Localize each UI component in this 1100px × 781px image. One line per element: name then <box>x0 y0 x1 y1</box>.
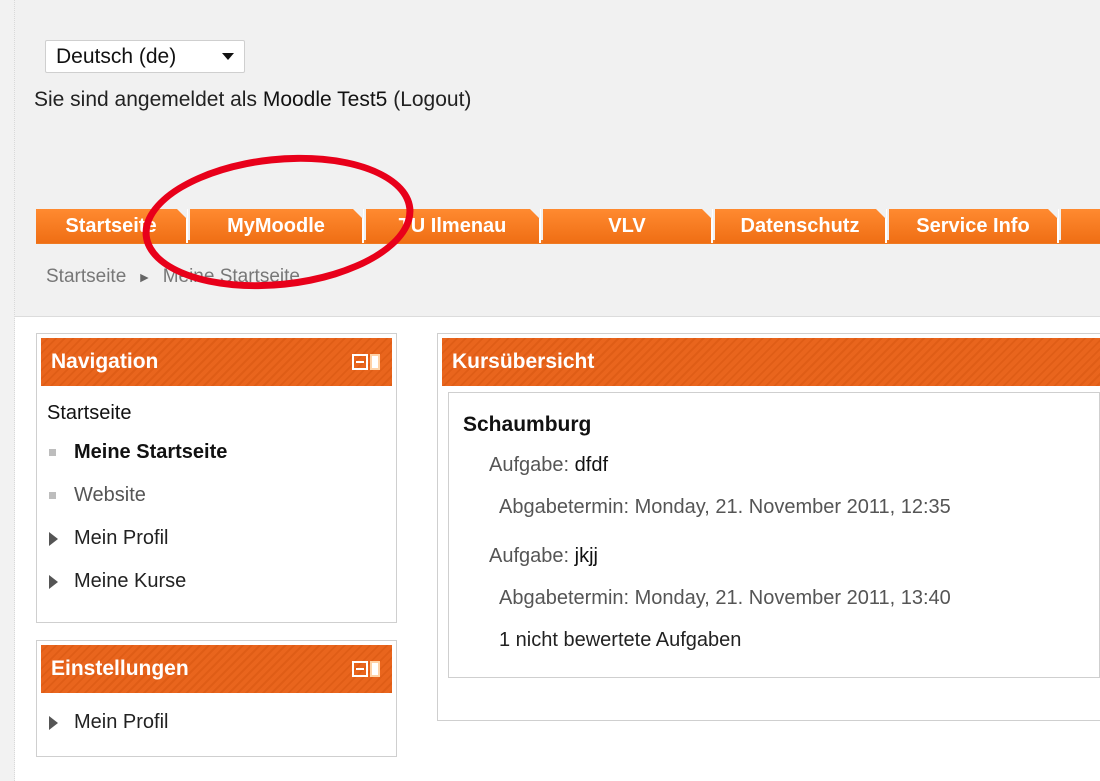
user-name-link[interactable]: Moodle Test5 <box>263 88 388 111</box>
tab-service-info[interactable]: Service Info <box>889 209 1059 243</box>
nav-item-label: Meine Startseite <box>74 441 228 463</box>
navigation-block-header: Navigation <box>41 338 392 386</box>
assignment-link[interactable]: dfdf <box>575 454 608 476</box>
assignment-due: Abgabetermin: Monday, 21. November 2011,… <box>499 587 951 610</box>
nav-item-mein-profil[interactable]: Mein Profil <box>49 517 396 560</box>
logout-link[interactable]: (Logout) <box>393 88 471 111</box>
settings-block-title: Einstellungen <box>51 657 189 680</box>
language-select[interactable]: Deutsch (de) <box>45 40 245 73</box>
assignment-type-label: Aufgabe: <box>489 454 570 476</box>
nav-item-label: Website <box>74 484 146 506</box>
login-info: Sie sind angemeldet als Moodle Test5 (Lo… <box>34 88 471 112</box>
nav-item-label: Mein Profil <box>74 527 169 549</box>
bullet-icon <box>49 492 56 499</box>
due-label: Abgabetermin: <box>499 587 630 609</box>
tab-label: Datenschutz <box>740 214 860 237</box>
settings-block-header: Einstellungen <box>41 645 392 693</box>
assignment-due: Abgabetermin: Monday, 21. November 2011,… <box>499 496 951 519</box>
due-value: Monday, 21. November 2011, 12:35 <box>634 496 951 518</box>
navigation-block: Navigation Startseite Meine Startseite W… <box>36 333 397 623</box>
tab-vlv[interactable]: VLV <box>543 209 713 243</box>
page-left-border <box>0 0 15 781</box>
nav-item-website[interactable]: Website <box>49 474 396 517</box>
assignment-link[interactable]: jkjj <box>575 545 598 567</box>
nav-item-meine-startseite[interactable]: Meine Startseite <box>49 431 396 474</box>
dock-toggle-icon[interactable] <box>352 353 382 371</box>
tab-datenschutz[interactable]: Datenschutz <box>715 209 887 243</box>
language-select-value: Deutsch (de) <box>56 44 177 68</box>
nav-item-meine-kurse[interactable]: Meine Kurse <box>49 560 396 603</box>
settings-item-label: Mein Profil <box>74 711 169 733</box>
course-overview-header: Kursübersicht <box>442 338 1100 386</box>
assignment-row: Aufgabe: jkjj <box>489 545 598 568</box>
due-value: Monday, 21. November 2011, 13:40 <box>634 587 951 609</box>
breadcrumb-separator-icon: ► <box>137 269 152 285</box>
course-overview-block: Kursübersicht Schaumburg Aufgabe: dfdf A… <box>437 333 1100 721</box>
ungraded-assignments-link[interactable]: 1 nicht bewertete Aufgaben <box>499 629 741 652</box>
due-label: Abgabetermin: <box>499 496 630 518</box>
breadcrumb-home-link[interactable]: Startseite <box>46 266 126 287</box>
course-box: Schaumburg Aufgabe: dfdf Abgabetermin: M… <box>448 392 1100 678</box>
assignment-type-label: Aufgabe: <box>489 545 570 567</box>
settings-list: Mein Profil <box>37 701 396 744</box>
nav-root-startseite[interactable]: Startseite <box>47 402 396 425</box>
tab-label: VLV <box>608 214 646 237</box>
navigation-list: Meine Startseite Website Mein Profil Mei… <box>37 431 396 603</box>
dock-toggle-icon[interactable] <box>352 660 382 678</box>
chevron-down-icon <box>222 53 234 60</box>
bullet-icon <box>49 449 56 456</box>
expand-arrow-icon[interactable] <box>49 574 58 589</box>
tab-label: Service Info <box>916 214 1030 237</box>
settings-block: Einstellungen Mein Profil <box>36 640 397 757</box>
expand-arrow-icon[interactable] <box>49 715 58 730</box>
settings-item-mein-profil[interactable]: Mein Profil <box>49 701 396 744</box>
login-prefix: Sie sind angemeldet als <box>34 88 257 111</box>
expand-arrow-icon[interactable] <box>49 531 58 546</box>
course-overview-title: Kursübersicht <box>452 350 595 373</box>
tab-overflow <box>1061 209 1100 243</box>
navigation-block-title: Navigation <box>51 350 159 373</box>
assignment-row: Aufgabe: dfdf <box>489 454 608 477</box>
tab-label: TU Ilmenau <box>398 214 507 237</box>
nav-item-label: Meine Kurse <box>74 570 187 592</box>
course-name-link[interactable]: Schaumburg <box>463 413 591 437</box>
